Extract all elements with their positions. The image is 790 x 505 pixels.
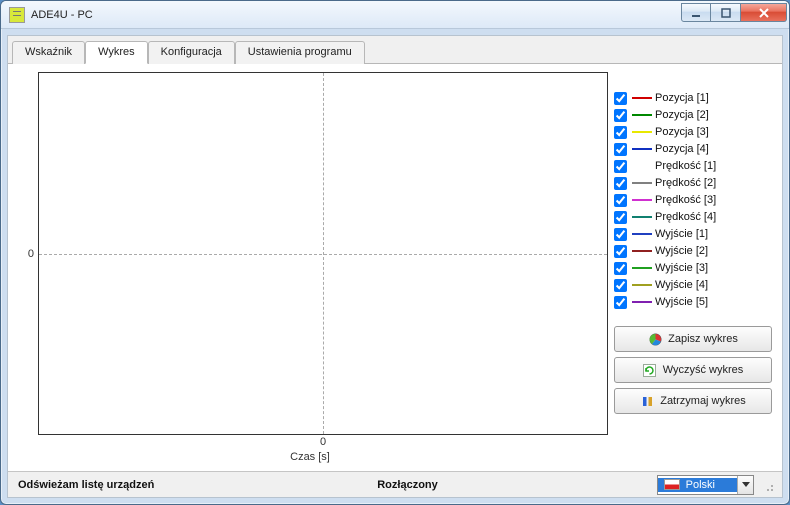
x-tick-0: 0 [320,436,326,448]
legend-row: Prędkość [1] [614,158,772,174]
legend-row: Wyjście [2] [614,243,772,259]
legend-label: Wyjście [5] [655,296,708,308]
tab-content: 0 0 Czas [s] Pozycja [1]Pozycja [2]Poz [8,64,782,471]
chevron-down-icon[interactable] [737,476,753,494]
titlebar[interactable]: ADE4U - PC [1,1,789,29]
window-title: ADE4U - PC [31,9,93,21]
legend-swatch [632,97,652,99]
legend-swatch [632,165,652,167]
app-window: ADE4U - PC Wskaźnik Wykres Konfiguracja … [0,0,790,505]
minimize-button[interactable] [681,3,711,22]
refresh-icon [643,363,657,377]
legend-label: Wyjście [2] [655,245,708,257]
legend-row: Prędkość [3] [614,192,772,208]
legend-label: Prędkość [4] [655,211,716,223]
y-tick-0: 0 [28,248,34,260]
legend-swatch [632,284,652,286]
status-center: Rozłączony [373,479,442,491]
flag-icon [664,479,680,490]
legend-row: Pozycja [2] [614,107,772,123]
legend-checkbox[interactable] [614,177,627,190]
legend-checkbox[interactable] [614,245,627,258]
legend-row: Pozycja [3] [614,124,772,140]
maximize-button[interactable] [711,3,741,22]
legend-checkbox[interactable] [614,126,627,139]
clear-chart-button[interactable]: Wyczyść wykres [614,357,772,383]
legend-checkbox[interactable] [614,279,627,292]
x-axis: 0 [38,435,608,453]
legend-swatch [632,216,652,218]
language-selector[interactable]: Polski [657,475,754,495]
y-axis: 0 [12,72,38,435]
legend-label: Wyjście [4] [655,279,708,291]
tab-wskaznik[interactable]: Wskaźnik [12,41,85,64]
legend-checkbox[interactable] [614,160,627,173]
legend-swatch [632,250,652,252]
legend-label: Pozycja [4] [655,143,709,155]
legend-row: Prędkość [4] [614,209,772,225]
legend-label: Prędkość [2] [655,177,716,189]
legend-swatch [632,182,652,184]
pause-icon [640,394,654,408]
legend-swatch [632,114,652,116]
legend-row: Wyjście [3] [614,260,772,276]
legend-checkbox[interactable] [614,194,627,207]
stop-chart-label: Zatrzymaj wykres [660,395,746,407]
legend-label: Pozycja [2] [655,109,709,121]
save-chart-button[interactable]: Zapisz wykres [614,326,772,352]
legend-checkbox[interactable] [614,211,627,224]
client-area: Wskaźnik Wykres Konfiguracja Ustawienia … [7,35,783,498]
legend-swatch [632,199,652,201]
language-label: Polski [686,479,715,491]
legend-swatch [632,148,652,150]
legend-swatch [632,301,652,303]
legend-row: Wyjście [1] [614,226,772,242]
resize-grip[interactable] [762,476,776,494]
plot-area[interactable] [38,72,608,435]
legend-swatch [632,233,652,235]
legend: Pozycja [1] Pozycja [2] Pozycja [3] Pozycja… [614,90,772,310]
legend-row: Pozycja [1] [614,90,772,106]
clear-chart-label: Wyczyść wykres [663,364,744,376]
legend-checkbox[interactable] [614,228,627,241]
status-bar: Odświeżam listę urządzeń Rozłączony Pols… [8,471,782,497]
pie-icon [648,332,662,346]
status-left: Odświeżam listę urządzeń [14,479,158,491]
legend-row: Wyjście [4] [614,277,772,293]
legend-label: Wyjście [3] [655,262,708,274]
legend-label: Pozycja [1] [655,92,709,104]
window-controls [681,7,787,22]
grid-v [323,73,324,434]
legend-row: Prędkość [2] [614,175,772,191]
legend-row: Pozycja [4] [614,141,772,157]
chart-panel: 0 0 Czas [s] [12,72,608,463]
legend-row: Wyjście [5] [614,294,772,310]
legend-swatch [632,267,652,269]
legend-label: Pozycja [3] [655,126,709,138]
legend-checkbox[interactable] [614,109,627,122]
tab-wykres[interactable]: Wykres [85,41,148,64]
legend-label: Prędkość [1] [655,160,716,172]
save-chart-label: Zapisz wykres [668,333,738,345]
stop-chart-button[interactable]: Zatrzymaj wykres [614,388,772,414]
tab-bar: Wskaźnik Wykres Konfiguracja Ustawienia … [8,36,782,64]
legend-label: Prędkość [3] [655,194,716,206]
tab-konfiguracja[interactable]: Konfiguracja [148,41,235,64]
side-panel: Pozycja [1] Pozycja [2] Pozycja [3] Pozycja… [614,72,772,463]
legend-checkbox[interactable] [614,92,627,105]
legend-swatch [632,131,652,133]
legend-checkbox[interactable] [614,143,627,156]
legend-checkbox[interactable] [614,262,627,275]
close-button[interactable] [741,3,787,22]
legend-label: Wyjście [1] [655,228,708,240]
app-icon [9,7,25,23]
legend-checkbox[interactable] [614,296,627,309]
tab-ustawienia[interactable]: Ustawienia programu [235,41,365,64]
